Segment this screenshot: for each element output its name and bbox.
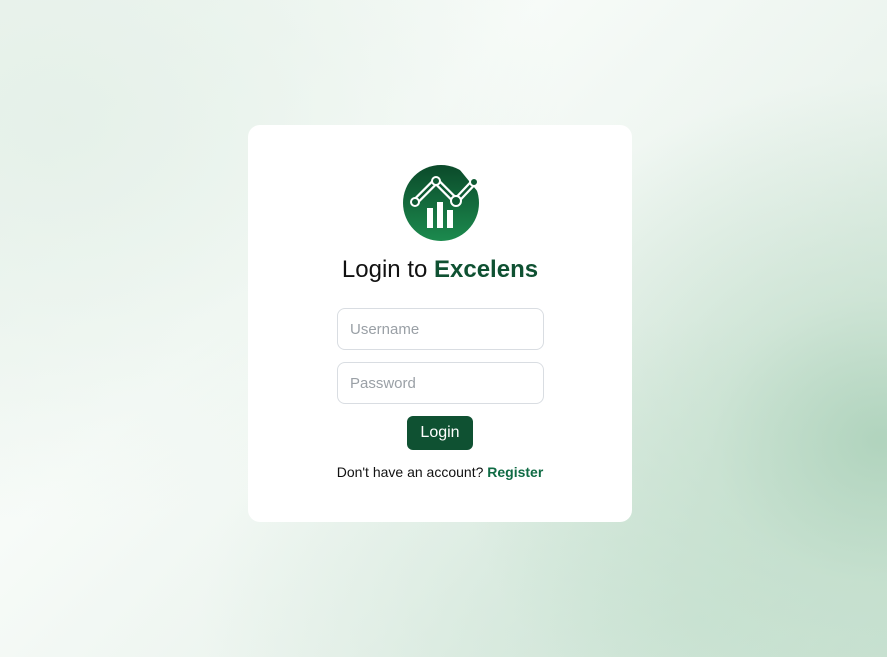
register-link[interactable]: Register [487,464,543,480]
register-prompt: Don't have an account? [336,464,484,480]
brand-name: Excelens [434,256,539,283]
title-prefix: Login to [341,256,428,283]
register-prompt-line: Don't have an account? Register [248,464,632,480]
username-input[interactable] [337,308,544,350]
excelens-logo-icon [402,164,480,242]
password-input[interactable] [337,362,544,404]
login-button[interactable]: Login [407,416,473,450]
login-card: Login to Excelens Login Don't have an ac… [248,125,632,522]
page-title: Login to Excelens [248,255,632,285]
